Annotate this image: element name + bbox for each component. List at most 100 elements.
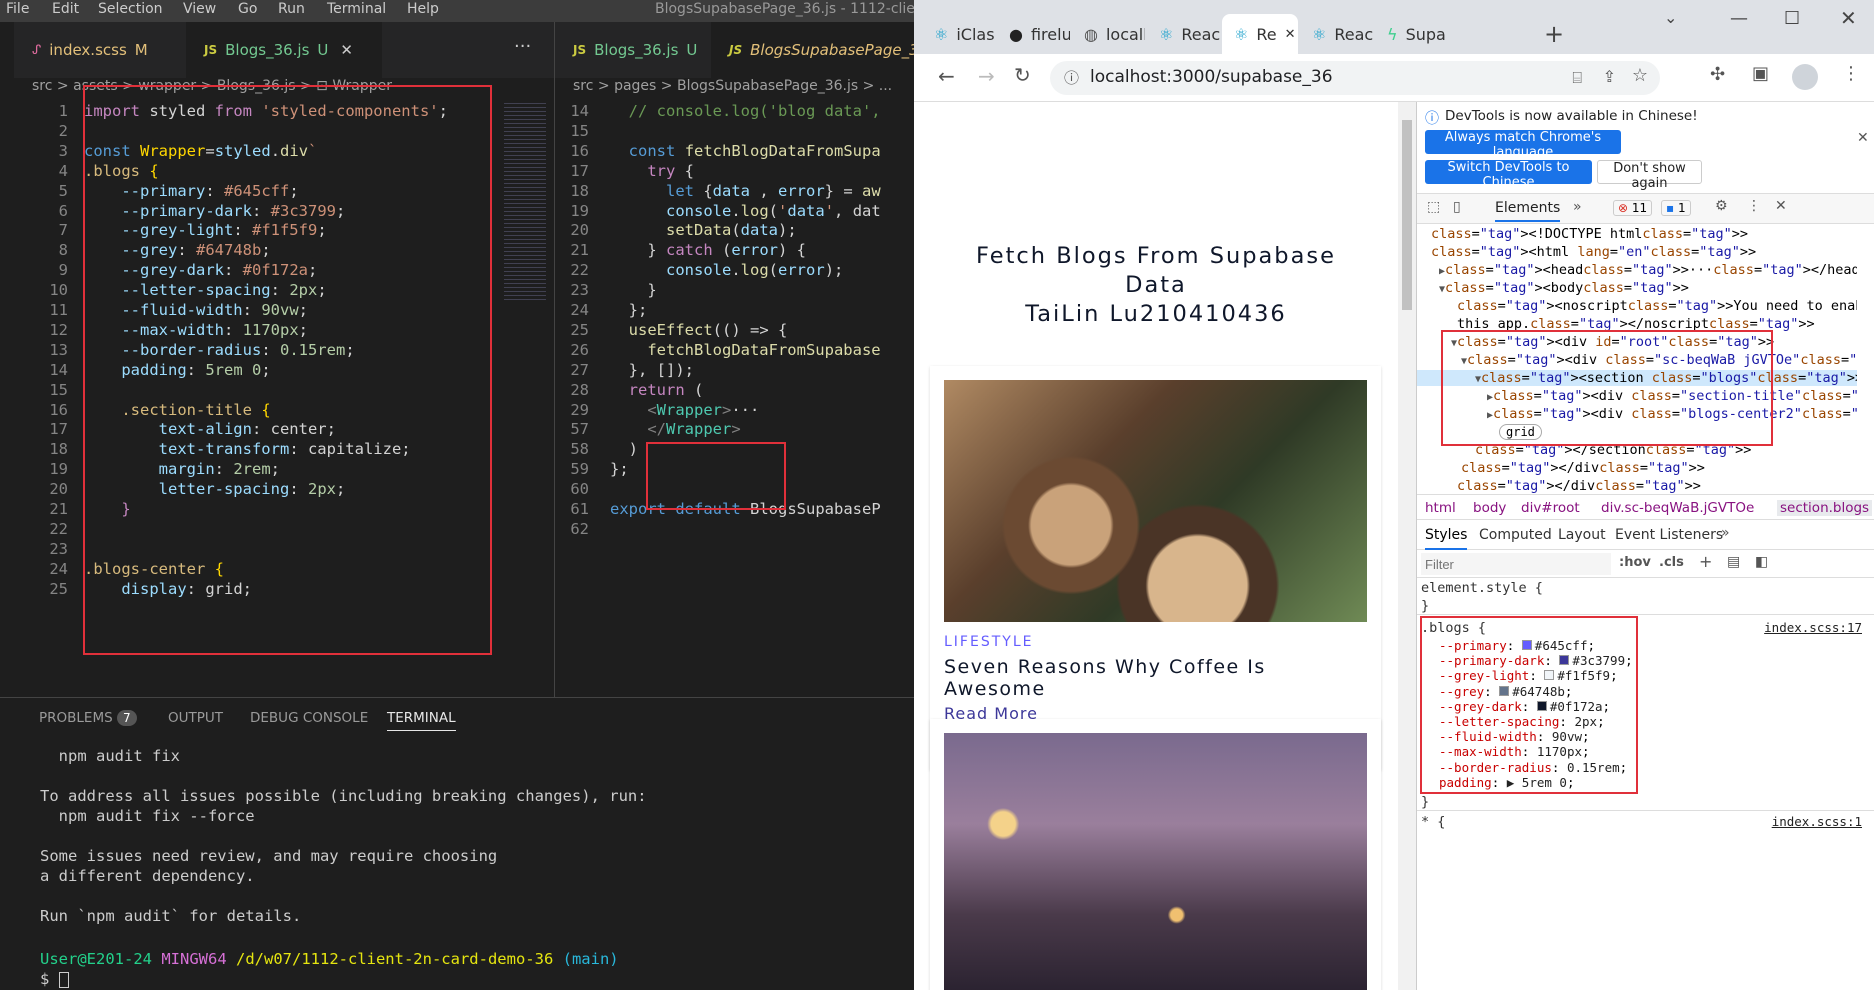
extensions-icon[interactable]: ✣ [1710, 64, 1725, 85]
dom-breadcrumb-item[interactable]: html [1425, 500, 1456, 516]
dom-node[interactable]: class="tag"><noscriptclass="tag">>You ne… [1457, 298, 1857, 314]
inspect-icon[interactable]: ⬚ [1427, 199, 1440, 215]
chrome-menu-icon[interactable]: ⋮ [1842, 63, 1860, 84]
dom-node[interactable]: ▶class="tag"><headclass="tag">>···class=… [1439, 262, 1857, 278]
switch-to-chinese-button[interactable]: Switch DevTools to Chinese [1425, 160, 1592, 190]
browser-tab[interactable]: ● firelu [997, 14, 1070, 54]
menu-terminal[interactable]: Terminal [327, 1, 386, 17]
bookmark-star-icon[interactable]: ☆ [1632, 65, 1648, 86]
code-line[interactable]: 57 </Wrapper> [555, 418, 914, 438]
star-rule-selector[interactable]: * { [1421, 814, 1445, 830]
url-field[interactable]: ⓘ localhost:3000/supabase_36 ⌸ ⇪ ☆ [1050, 61, 1660, 95]
new-tab-icon[interactable]: + [1544, 20, 1564, 48]
tab-terminal[interactable]: TERMINAL [387, 710, 456, 731]
dom-node[interactable]: ▼class="tag"><bodyclass="tag">> [1439, 280, 1689, 296]
close-devtools-icon[interactable]: ✕ [1775, 198, 1787, 214]
code-line[interactable]: 25 useEffect(() => { [555, 319, 914, 339]
new-rule-icon[interactable]: + [1699, 552, 1712, 571]
tab-index-scss[interactable]: ᔑ index.scss M [14, 22, 186, 78]
dom-node[interactable]: class="tag"></divclass="tag">> [1457, 478, 1701, 494]
code-line[interactable]: 26 fetchBlogDataFromSupabase [555, 339, 914, 359]
right-breadcrumb[interactable]: src > pages > BlogsSupabasePage_36.js > … [573, 78, 892, 100]
close-icon[interactable]: ✕ [340, 41, 353, 59]
tab-problems[interactable]: PROBLEMS 7 [39, 710, 137, 726]
tab-elements[interactable]: Elements [1495, 200, 1561, 222]
error-badge[interactable]: ⊗ 11 [1613, 200, 1653, 216]
paint-icon[interactable]: ▤ [1727, 554, 1740, 570]
devtools-menu-icon[interactable]: ⋮ [1747, 198, 1761, 214]
dont-show-again-button[interactable]: Don't show again [1597, 160, 1702, 191]
dom-node[interactable]: class="tag"><html lang="en"class="tag">> [1431, 244, 1756, 260]
back-icon[interactable]: ← [938, 64, 955, 88]
menu-view[interactable]: View [183, 1, 216, 17]
side-panel-icon[interactable]: ▣ [1752, 63, 1769, 84]
menu-selection[interactable]: Selection [98, 1, 163, 17]
more-tabs-icon[interactable]: » [1573, 199, 1582, 215]
code-line[interactable]: 15 [555, 120, 914, 140]
dom-node[interactable]: class="tag"></divclass="tag">> [1461, 460, 1705, 476]
element-style-rule[interactable]: element.style { [1421, 580, 1543, 596]
tab-blogs-supabase-page[interactable]: JS BlogsSupabasePage_3 [711, 22, 919, 78]
code-line[interactable]: 14 // console.log('blog data', [555, 100, 914, 120]
dom-breadcrumb-item[interactable]: body [1473, 500, 1506, 516]
close-banner-icon[interactable]: ✕ [1857, 130, 1869, 146]
code-line[interactable]: 20 setData(data); [555, 219, 914, 239]
code-line[interactable]: 17 try { [555, 160, 914, 180]
tab-layout[interactable]: Layout [1558, 527, 1606, 543]
more-tabs-icon[interactable]: » [1721, 525, 1730, 541]
browser-tab[interactable]: ⚛ iClass [922, 14, 995, 54]
tab-blogs-36-js[interactable]: JS Blogs_36.js U ✕ [186, 22, 382, 78]
code-line[interactable]: 24 }; [555, 299, 914, 319]
info-icon[interactable]: ⓘ [1064, 67, 1079, 88]
tab-event-listeners[interactable]: Event Listeners [1615, 527, 1723, 543]
browser-tab[interactable]: ⚛ React [1300, 14, 1373, 54]
browser-tab[interactable]: ◍ locall [1072, 14, 1145, 54]
forward-icon[interactable]: → [978, 64, 995, 88]
code-line[interactable]: 62 [555, 518, 914, 538]
menu-file[interactable]: File [6, 1, 29, 17]
terminal-prompt[interactable]: User@E201-24 MINGW64 /d/w07/1112-client-… [40, 950, 619, 968]
tab-styles[interactable]: Styles [1425, 527, 1468, 550]
styles-filter-input[interactable] [1421, 553, 1611, 575]
maximize-icon[interactable]: ☐ [1784, 8, 1800, 29]
tab-blogs-36-js-right[interactable]: JS Blogs_36.js U [555, 22, 711, 78]
more-actions-icon[interactable]: ··· [514, 36, 531, 57]
right-editor[interactable]: 14 // console.log('blog data', 15 16 const… [555, 100, 914, 697]
menu-help[interactable]: Help [407, 1, 439, 17]
code-line[interactable]: 28 return ( [555, 379, 914, 399]
star-rule-source-link[interactable]: index.scss:1 [1772, 814, 1862, 829]
code-line[interactable]: 29 <Wrapper>··· [555, 399, 914, 419]
browser-tab[interactable]: ⚛ Re ✕ [1222, 14, 1298, 54]
reload-icon[interactable]: ↻ [1014, 63, 1031, 87]
code-line[interactable]: 22 console.log(error); [555, 259, 914, 279]
code-line[interactable]: 19 console.log('data', dat [555, 200, 914, 220]
translate-icon[interactable]: ⌸ [1572, 68, 1582, 88]
terminal-input-line[interactable]: $ [40, 970, 69, 988]
share-icon[interactable]: ⇪ [1603, 67, 1616, 86]
dom-node[interactable]: class="tag"><!DOCTYPE htmlclass="tag">> [1431, 226, 1748, 242]
message-badge[interactable]: ▪ 1 [1661, 200, 1691, 216]
tab-output[interactable]: OUTPUT [168, 710, 223, 726]
right-code-area[interactable]: 14 // console.log('blog data', 15 16 const… [555, 100, 914, 697]
settings-gear-icon[interactable]: ⚙ [1715, 198, 1728, 214]
menu-run[interactable]: Run [278, 1, 305, 17]
chevron-down-icon[interactable]: ⌄ [1664, 8, 1677, 27]
dom-breadcrumb-item[interactable]: div.sc-beqWaB.jGVTOe [1601, 500, 1754, 516]
minimize-icon[interactable]: — [1730, 8, 1748, 29]
browser-tab[interactable]: ϟ Supa [1375, 14, 1448, 54]
code-line[interactable]: 21 } catch (error) { [555, 239, 914, 259]
terminal-output[interactable]: npm audit fix To address all issues poss… [40, 746, 647, 926]
code-line[interactable]: 27 }, []); [555, 359, 914, 379]
code-line[interactable]: 23 } [555, 279, 914, 299]
rule-source-link[interactable]: index.scss:17 [1764, 620, 1862, 635]
menu-edit[interactable]: Edit [52, 1, 79, 17]
dom-breadcrumb-item[interactable]: section.blogs [1777, 500, 1873, 516]
dom-breadcrumb-item[interactable]: div#root [1521, 500, 1580, 516]
browser-tab[interactable]: ⚛ React [1147, 14, 1220, 54]
always-match-language-button[interactable]: Always match Chrome's language [1425, 130, 1621, 160]
code-line[interactable]: 18 let {data , error} = aw [555, 180, 914, 200]
menu-go[interactable]: Go [238, 1, 257, 17]
close-tab-icon[interactable]: ✕ [1285, 27, 1296, 42]
minimap[interactable] [504, 100, 546, 300]
cls-toggle[interactable]: .cls [1659, 555, 1684, 570]
